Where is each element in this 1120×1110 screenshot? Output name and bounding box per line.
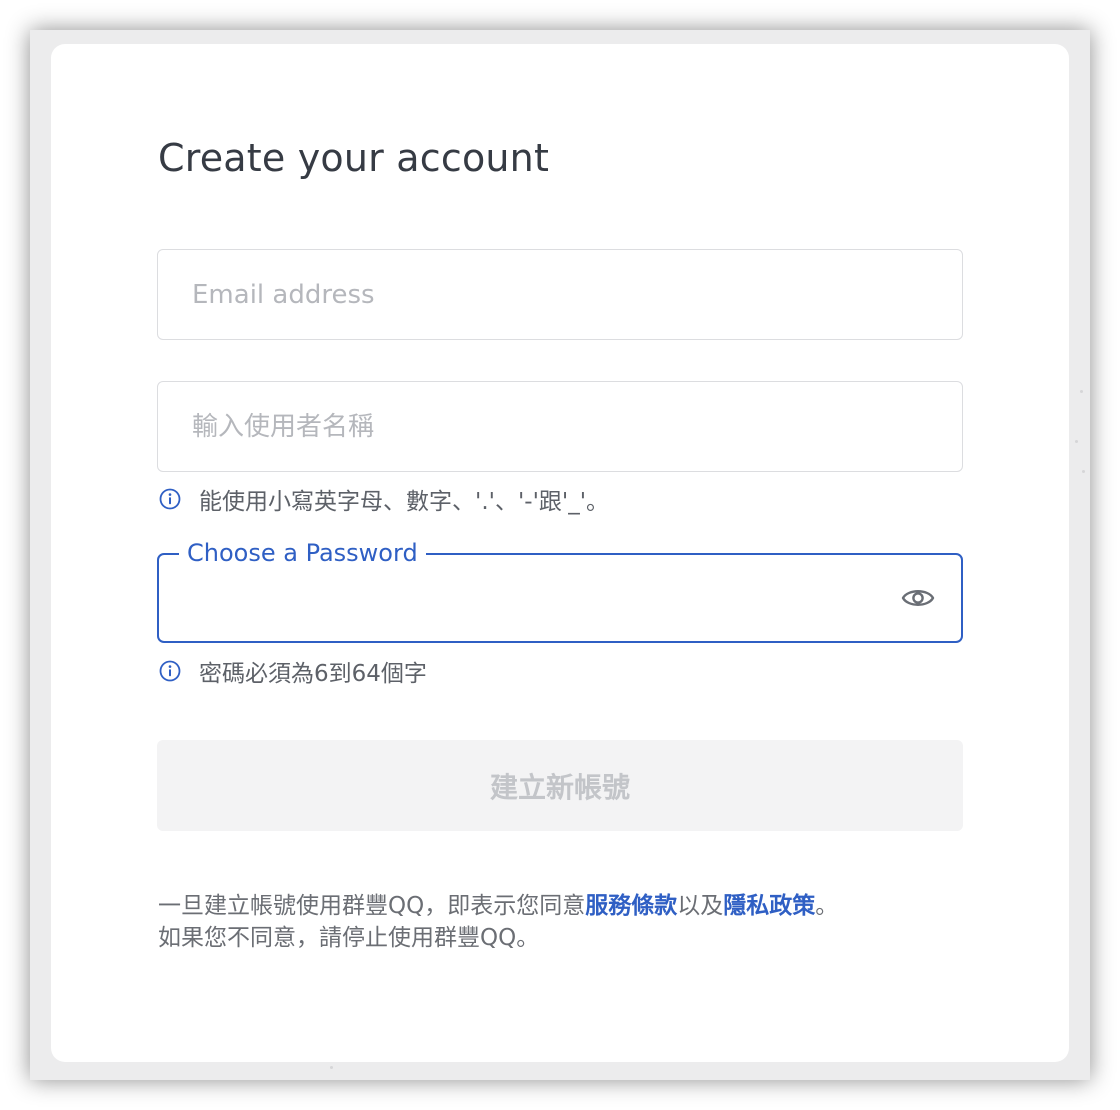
password-hint-text: 密碼必須為6到64個字 — [199, 661, 427, 687]
password-hint: 密碼必須為6到64個字 — [159, 654, 427, 688]
username-field[interactable] — [157, 381, 963, 472]
background-speck — [1082, 470, 1085, 473]
background-speck — [330, 1066, 333, 1069]
email-field[interactable] — [157, 249, 963, 340]
page-title: Create your account — [158, 136, 550, 180]
terms-line-2: 如果您不同意，請停止使用群豐QQ。 — [158, 925, 540, 951]
username-input[interactable] — [158, 382, 962, 471]
username-hint: 能使用小寫英字母、數字、'.'、'-'跟'_'。 — [159, 482, 609, 516]
terms-middle: 以及 — [677, 893, 724, 919]
background-speck — [1080, 390, 1083, 393]
dialog-window: Create your account 能使用小寫英字母、數字、'.'、'-'跟… — [30, 30, 1090, 1080]
terms-prefix: 一旦建立帳號使用群豐QQ，即表示您同意 — [158, 893, 586, 919]
password-field[interactable]: Choose a Password — [157, 538, 963, 643]
terms-suffix: 。 — [815, 893, 839, 919]
signup-card: Create your account 能使用小寫英字母、數字、'.'、'-'跟… — [51, 44, 1069, 1062]
privacy-policy-link[interactable]: 隱私政策 — [723, 893, 815, 919]
terms-of-service-link[interactable]: 服務條款 — [585, 893, 677, 919]
create-account-button[interactable]: 建立新帳號 — [157, 740, 963, 831]
terms-notice: 一旦建立帳號使用群豐QQ，即表示您同意服務條款以及隱私政策。 如果您不同意，請停… — [158, 890, 978, 954]
info-circle-icon — [159, 660, 181, 682]
info-circle-icon — [159, 488, 181, 510]
background-speck — [1075, 440, 1078, 443]
email-input[interactable] — [158, 250, 962, 339]
username-hint-text: 能使用小寫英字母、數字、'.'、'-'跟'_'。 — [199, 489, 610, 515]
password-input[interactable] — [159, 555, 961, 641]
eye-icon[interactable] — [901, 584, 935, 612]
